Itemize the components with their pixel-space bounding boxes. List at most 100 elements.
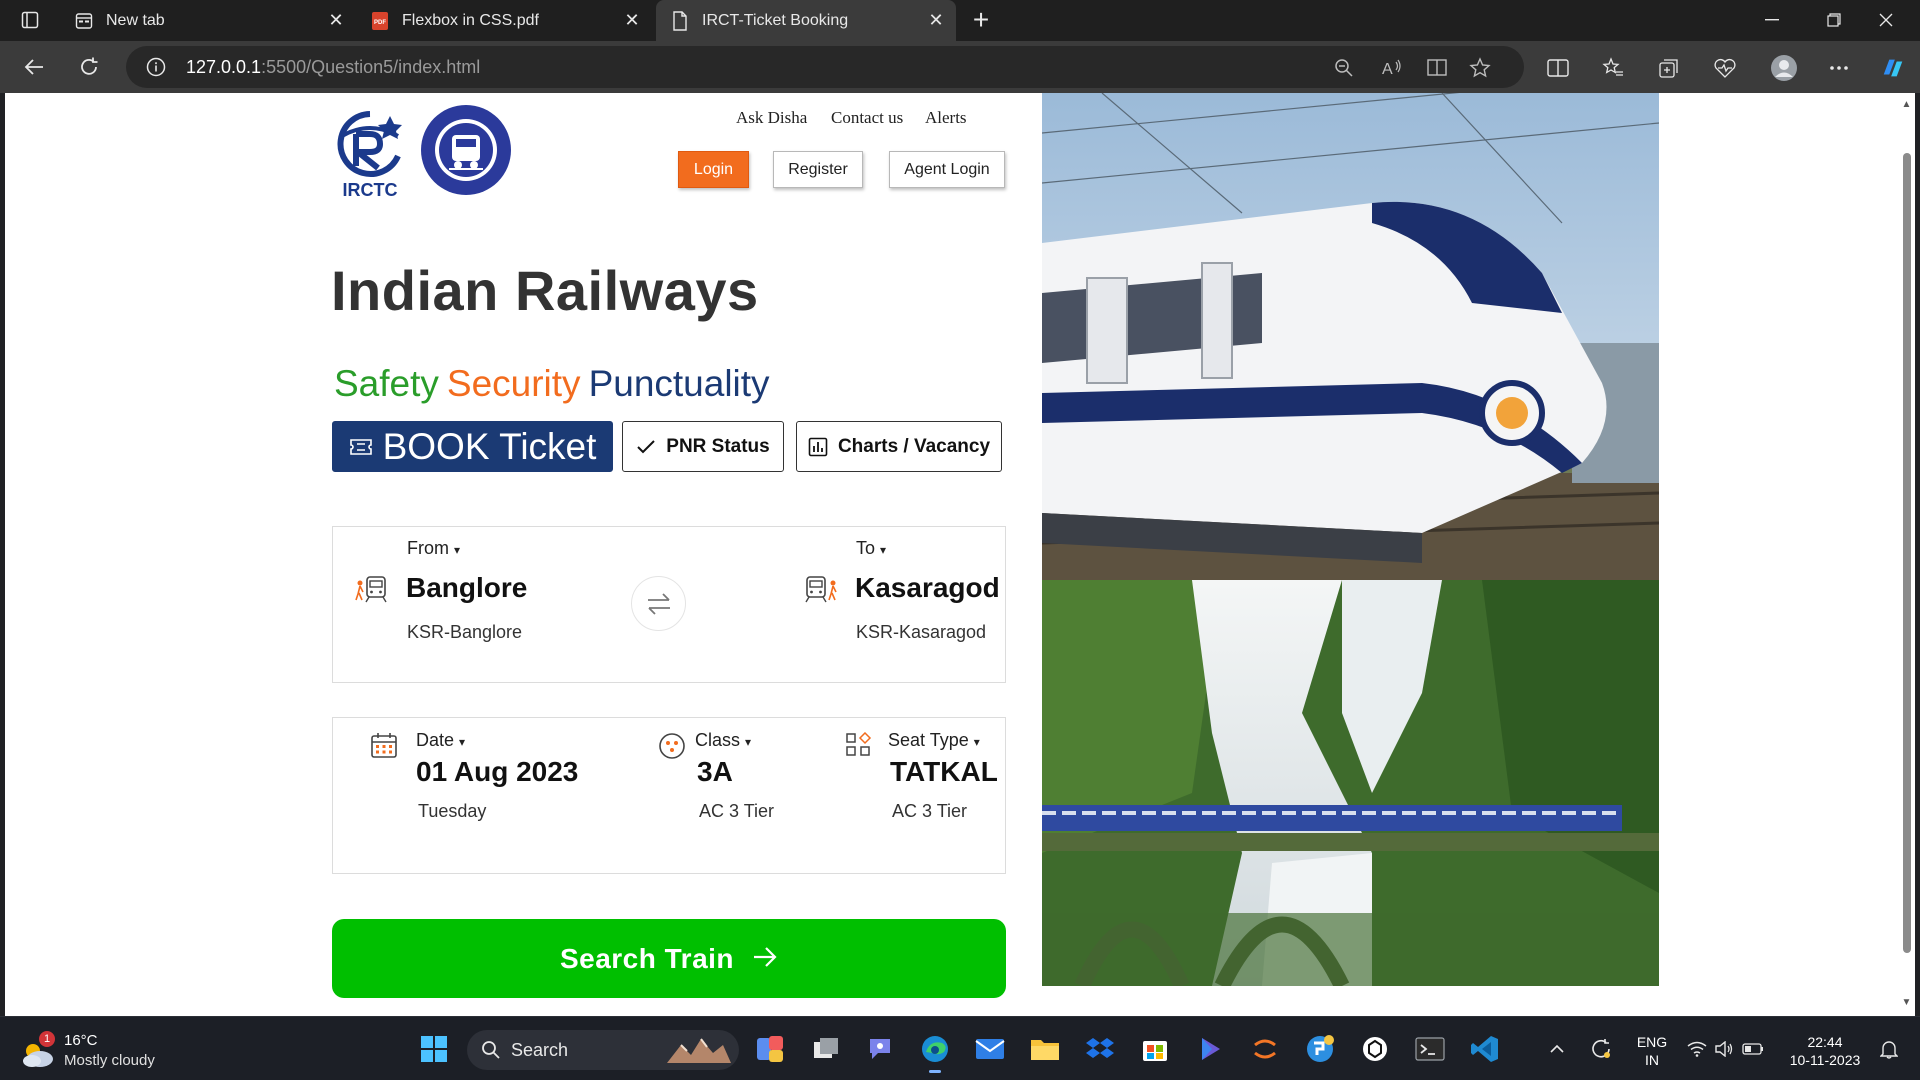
tab-irct-ticket-booking[interactable]: IRCT-Ticket Booking ✕ [656,0,956,41]
pnr-status-button[interactable]: PNR Status [622,421,784,472]
page-icon [670,10,690,31]
url-path: :5500/Question5/index.html [261,57,481,77]
scroll-up-icon[interactable]: ▲ [1901,99,1912,110]
bar-chart-icon [808,437,828,457]
seat-type-value[interactable]: TATKAL [890,756,998,788]
class-value[interactable]: 3A [697,756,733,788]
charts-vacancy-button[interactable]: Charts / Vacancy [796,421,1002,472]
url-host: 127.0.0.1 [186,57,262,77]
class-dropdown[interactable]: Class ▾ [695,730,751,751]
language-indicator[interactable]: ENG IN [1632,1033,1672,1069]
seat-type-dropdown[interactable]: Seat Type ▾ [888,730,980,751]
options-card: Date ▾ 01 Aug 2023 Tuesday Class ▾ 3A AC 3… [332,717,1006,874]
date-value[interactable]: 01 Aug 2023 [416,756,578,788]
profile-avatar-icon[interactable] [1769,53,1799,83]
notifications-bell-icon[interactable] [1876,1031,1902,1067]
from-station: KSR-Banglore [407,622,523,642]
ask-disha-link[interactable]: Ask Disha [736,108,807,128]
taskbar-search[interactable]: Search [467,1030,739,1070]
alerts-link[interactable]: Alerts [925,108,967,128]
scrollbar-thumb[interactable] [1903,153,1911,953]
close-tab-icon[interactable]: ✕ [928,11,944,29]
minimize-icon[interactable] [1744,0,1800,40]
volume-icon[interactable] [1712,1031,1736,1067]
widgets-app-icon[interactable] [752,1031,788,1067]
region-code: IN [1645,1052,1659,1068]
seat-type-label: Seat Type [888,730,969,750]
new-tab-button[interactable]: + [966,6,996,36]
refresh-icon[interactable] [73,51,105,83]
copilot-icon[interactable] [1880,55,1906,81]
battery-icon[interactable] [1740,1031,1766,1067]
vscode-icon[interactable] [1467,1031,1503,1067]
collections-icon[interactable] [1656,55,1682,81]
more-options-icon[interactable] [1826,55,1852,81]
contact-us-link[interactable]: Contact us [831,108,903,128]
swap-stations-button[interactable] [631,576,686,631]
search-train-button[interactable]: Search Train [332,919,1006,998]
chatgpt-icon[interactable] [1357,1031,1393,1067]
weather-widget[interactable]: 1 16°C Mostly cloudy [20,1031,180,1071]
favorites-icon[interactable] [1600,55,1626,81]
chevron-down-icon: ▾ [880,543,887,557]
split-screen-icon[interactable] [1545,55,1571,81]
page-title: Indian Railways [331,259,759,322]
mail-app-icon[interactable] [972,1031,1008,1067]
microsoft-store-icon[interactable] [1137,1031,1173,1067]
book-ticket-label: BOOK Ticket [382,425,597,467]
from-dropdown[interactable]: From ▾ [407,538,460,559]
terminal-icon[interactable] [1412,1031,1448,1067]
power-automate-icon[interactable] [1192,1031,1228,1067]
task-view-icon[interactable] [808,1031,844,1067]
book-ticket-button[interactable]: BOOK Ticket [332,421,613,472]
browser-essentials-icon[interactable] [1712,55,1738,81]
wifi-icon[interactable] [1686,1031,1708,1067]
class-icon [658,732,686,765]
site-info-icon[interactable] [146,57,166,77]
close-tab-icon[interactable]: ✕ [624,11,640,29]
sync-icon[interactable] [1586,1031,1616,1067]
tagline-punctuality: Punctuality [588,363,770,404]
to-dropdown[interactable]: To ▾ [856,538,886,559]
date-dropdown[interactable]: Date ▾ [416,730,465,751]
back-arrow-icon[interactable] [18,51,50,83]
chevron-down-icon: ▾ [454,543,461,557]
pnr-status-label: PNR Status [666,435,770,457]
system-clock[interactable]: 22:44 10-11-2023 [1784,1033,1866,1069]
read-aloud-icon[interactable]: A [1380,56,1404,80]
register-button[interactable]: Register [773,151,863,188]
url-text[interactable]: 127.0.0.1:5500/Question5/index.html [186,57,480,78]
from-city[interactable]: Banglore [406,572,527,604]
to-city[interactable]: Kasaragod [855,572,1000,604]
url-field[interactable]: 127.0.0.1:5500/Question5/index.html A [126,46,1524,88]
python-icon[interactable] [1302,1031,1338,1067]
train-station-icon [805,574,839,609]
favorite-star-icon[interactable] [1468,56,1492,80]
checkmark-icon [636,439,656,455]
close-tab-icon[interactable]: ✕ [328,11,344,29]
teams-chat-icon[interactable] [862,1031,898,1067]
date-label: Date [416,730,455,750]
jupyter-icon[interactable] [1247,1031,1283,1067]
file-explorer-icon[interactable] [1027,1031,1063,1067]
scroll-down-icon[interactable]: ▼ [1901,997,1912,1008]
windows-start-icon[interactable] [416,1031,452,1067]
restore-icon[interactable] [1806,0,1862,40]
tab-actions-icon[interactable] [14,8,46,32]
chevron-down-icon: ▾ [973,735,980,749]
page-scrollbar[interactable]: ▲ ▼ [1898,93,1915,1016]
close-window-icon[interactable] [1858,0,1914,40]
edge-browser-icon[interactable] [917,1031,953,1073]
chevron-down-icon: ▾ [745,735,752,749]
train-station-icon [355,574,389,609]
tab-new-tab[interactable]: New tab ✕ [60,0,356,41]
agent-login-button[interactable]: Agent Login [889,151,1005,188]
pdf-icon: PDF [370,11,390,31]
login-button[interactable]: Login [678,151,749,188]
tab-flexbox-pdf[interactable]: PDF Flexbox in CSS.pdf ✕ [356,0,652,41]
dropbox-icon[interactable] [1082,1031,1118,1067]
immersive-reader-icon[interactable] [1426,56,1450,80]
hero-train-photo [1042,93,1659,986]
show-hidden-icons-chevron[interactable] [1544,1031,1570,1067]
zoom-out-icon[interactable] [1332,56,1356,80]
